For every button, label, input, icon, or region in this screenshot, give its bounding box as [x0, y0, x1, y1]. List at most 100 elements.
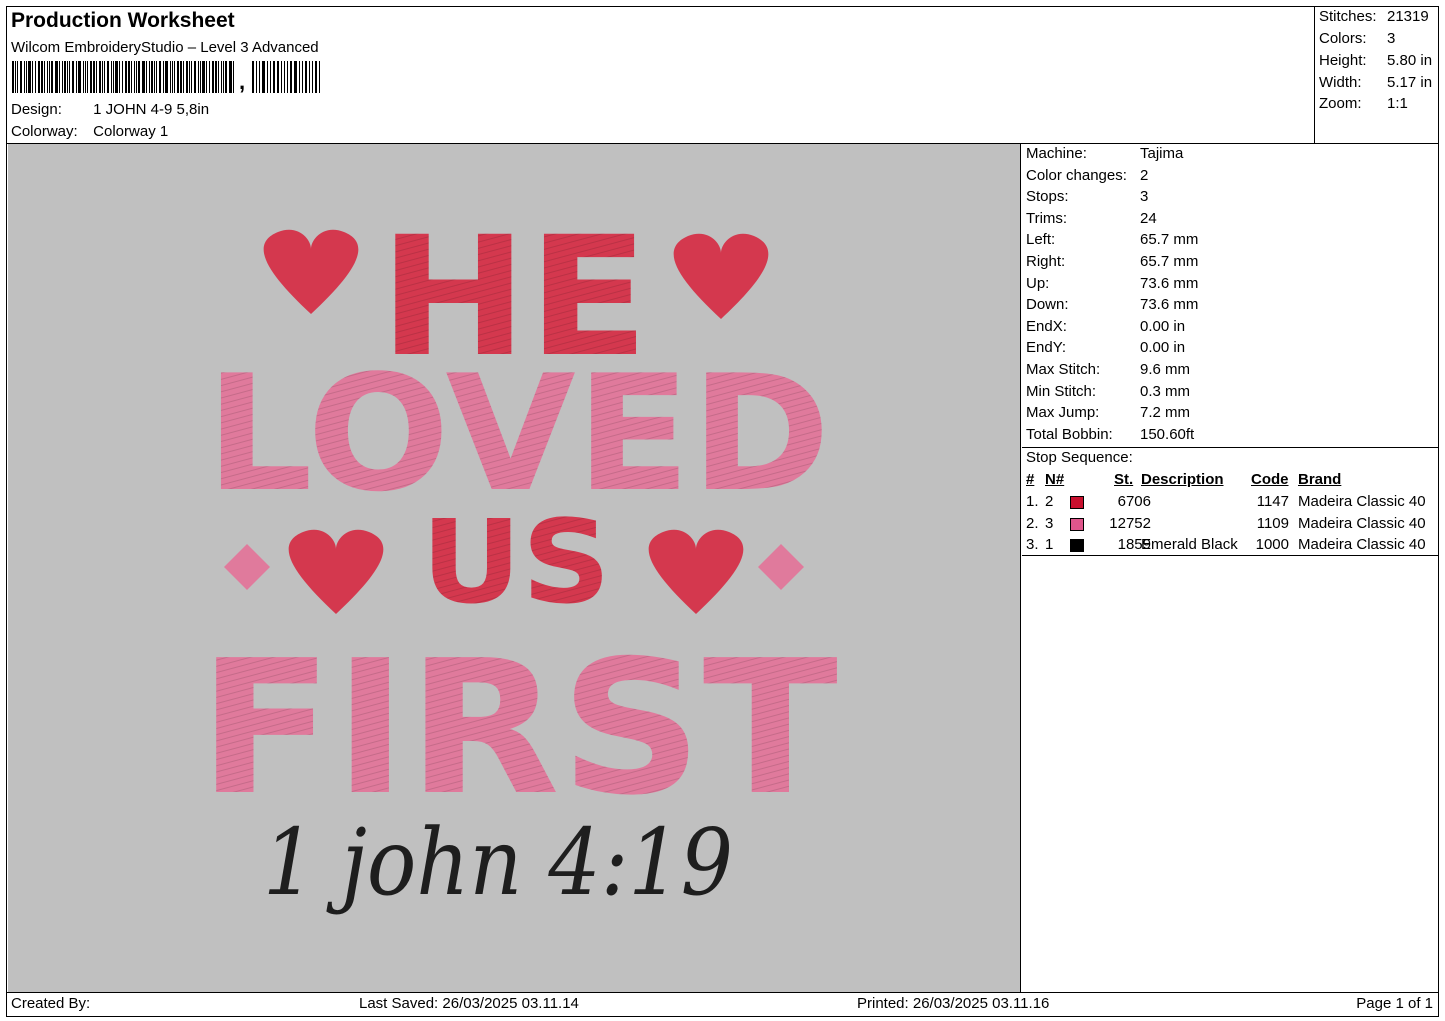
machine-info-label: Color changes: — [1026, 166, 1127, 184]
summary-zoom: Zoom: 1:1 — [1319, 95, 1408, 112]
thread-color-swatch — [1070, 517, 1084, 531]
summary-width: Width: 5.17 in — [1319, 74, 1432, 91]
col-header-brand: Brand — [1298, 471, 1342, 488]
stop-num: 3. — [1026, 536, 1039, 554]
summary-value: 1:1 — [1387, 95, 1408, 112]
machine-info-row: Total Bobbin: 150.60ft — [1026, 426, 1194, 443]
summary-label: Stitches: — [1319, 8, 1377, 25]
summary-label: Height: — [1319, 52, 1367, 69]
col-header-num: # — [1026, 471, 1035, 488]
design-label: Design: — [11, 101, 62, 118]
summary-value: 5.17 in — [1387, 74, 1433, 91]
barcode-suffix: , — [239, 69, 246, 94]
stop-code: 1000 — [1255, 536, 1289, 554]
machine-info-value: 3 — [1140, 188, 1149, 206]
stop-stitches: 6706 — [1117, 493, 1151, 510]
worksheet-header: Production Worksheet Wilcom EmbroiderySt… — [7, 7, 1314, 143]
stop-code: 1147 — [1256, 493, 1289, 510]
machine-info-row: EndX: 0.00 in — [1026, 318, 1185, 335]
machine-info-label: EndX: — [1026, 317, 1067, 335]
stop-sequence-title: Stop Sequence: — [1026, 449, 1133, 466]
stop-brand: Madeira Classic 40 — [1298, 514, 1426, 532]
footer-last-saved: Last Saved: 26/03/2025 03.11.14 — [359, 995, 579, 1012]
machine-info-value: 150.60ft — [1140, 425, 1195, 443]
thread-color-swatch — [1070, 539, 1084, 553]
colorway-label: Colorway: — [11, 123, 78, 140]
diamond-icon — [758, 544, 804, 590]
machine-info-row: Right: 65.7 mm — [1026, 253, 1198, 270]
machine-info-label: Min Stitch: — [1026, 382, 1097, 400]
footer-divider — [7, 992, 1439, 993]
footer-page-number: Page 1 of 1 — [1356, 995, 1433, 1012]
machine-info-label: Left: — [1026, 231, 1056, 249]
machine-info-value: 0.00 in — [1140, 339, 1186, 357]
stop-needle: 1 — [1045, 536, 1054, 554]
thread-color-swatch — [1070, 496, 1084, 509]
col-header-needle: N# — [1045, 471, 1065, 488]
machine-info-label: EndY: — [1026, 339, 1067, 357]
stop-num: 2. — [1026, 514, 1039, 532]
stop-needle: 2 — [1045, 493, 1054, 510]
worksheet-title: Production Worksheet — [11, 9, 235, 32]
machine-info-label: Down: — [1026, 296, 1069, 314]
machine-info-value: 0.00 in — [1140, 317, 1186, 335]
machine-info-label: Stops: — [1026, 188, 1069, 206]
machine-info-label: Machine: — [1026, 145, 1087, 162]
design-text-verse: 1 john 4:19 — [263, 809, 733, 916]
machine-info-label: Right: — [1026, 253, 1066, 270]
machine-info-value: 65.7 mm — [1140, 231, 1199, 249]
footer-printed: Printed: 26/03/2025 03.11.16 — [857, 995, 1050, 1012]
col-header-stitches: St. — [1114, 471, 1134, 488]
design-preview: HE HE LOVED LOVED US US FIRST FIRST 1 john 4… — [8, 144, 1021, 992]
machine-info-value: 65.7 mm — [1140, 253, 1199, 270]
design-value: 1 JOHN 4-9 5,8in — [93, 101, 210, 118]
machine-info-value: 24 — [1140, 209, 1157, 227]
machine-info-label: Trims: — [1026, 209, 1068, 227]
col-header-code: Code — [1251, 471, 1289, 488]
heart-icon — [673, 233, 769, 319]
machine-info-value: 7.2 mm — [1140, 404, 1191, 422]
summary-label: Zoom: — [1319, 95, 1362, 112]
machine-info-label: Total Bobbin: — [1026, 425, 1113, 443]
machine-info-row: Stops: 3 — [1026, 188, 1148, 205]
machine-info-value: 0.3 mm — [1140, 382, 1191, 400]
stitch-texture: US — [421, 496, 611, 630]
barcode — [12, 61, 320, 93]
machine-info-row: Color changes: 2 — [1026, 167, 1148, 184]
stop-num: 1. — [1026, 493, 1039, 510]
col-header-description: Description — [1141, 471, 1224, 488]
heart-icon — [288, 529, 384, 614]
design-row: Design: 1 JOHN 4-9 5,8in — [11, 101, 209, 118]
machine-info-row: Down: 73.6 mm — [1026, 296, 1198, 313]
machine-info-value: 9.6 mm — [1140, 361, 1191, 378]
colorway-row: Colorway: Colorway 1 — [11, 123, 168, 140]
summary-label: Width: — [1319, 74, 1362, 91]
summary-value: 21319 — [1387, 8, 1429, 25]
machine-info-value: Tajima — [1140, 145, 1184, 162]
machine-info-label: Max Jump: — [1026, 404, 1100, 422]
stop-code: 1109 — [1256, 514, 1289, 532]
machine-info-row: EndY: 0.00 in — [1026, 339, 1185, 356]
software-name: Wilcom EmbroideryStudio – Level 3 Advanc… — [11, 39, 319, 56]
machine-info-label: Max Stitch: — [1026, 361, 1101, 378]
machine-info-value: 73.6 mm — [1140, 274, 1199, 292]
summary-value: 3 — [1387, 30, 1396, 47]
machine-info-row: Machine: Tajima — [1026, 145, 1183, 162]
heart-icon — [648, 529, 744, 614]
stop-brand: Madeira Classic 40 — [1298, 536, 1426, 554]
diamond-icon — [224, 544, 270, 590]
machine-info-label: Up: — [1026, 274, 1050, 292]
summary-box: Stitches: 21319 Colors: 3 Height: 5.80 in W… — [1314, 7, 1439, 143]
stop-brand: Madeira Classic 40 — [1298, 493, 1426, 510]
stop-needle: 3 — [1045, 514, 1054, 532]
stop-stitches: 12752 — [1109, 514, 1151, 532]
stop-description: Emerald Black — [1141, 536, 1238, 554]
colorway-value: Colorway 1 — [93, 123, 169, 140]
summary-value: 5.80 in — [1387, 52, 1433, 69]
machine-info-row: Left: 65.7 mm — [1026, 231, 1198, 248]
machine-info-panel: Machine: Tajima Color changes: 2 Stops: 3 Trim… — [1022, 144, 1439, 992]
stop-table-bottom — [1022, 555, 1439, 556]
machine-info-value: 2 — [1140, 166, 1149, 184]
machine-info-row: Up: 73.6 mm — [1026, 275, 1198, 292]
heart-icon — [263, 229, 359, 314]
